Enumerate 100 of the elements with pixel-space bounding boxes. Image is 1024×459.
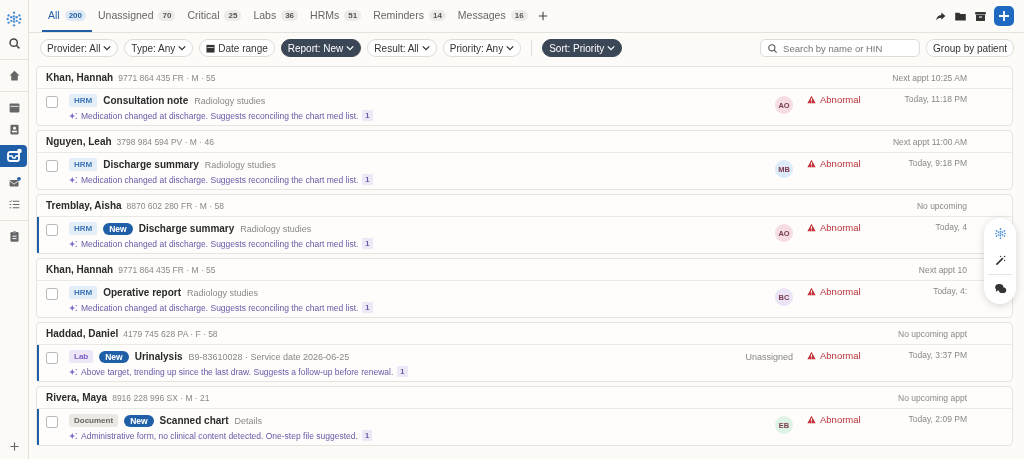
filter-chip[interactable]: Date range <box>199 39 275 57</box>
item-title[interactable]: Urinalysis <box>134 351 183 362</box>
checkbox[interactable] <box>46 160 58 172</box>
inbox-nav-button[interactable] <box>0 145 27 167</box>
checkbox[interactable] <box>46 224 58 236</box>
filter-chip[interactable]: Report: New <box>280 39 362 57</box>
tab-count: 36 <box>281 9 299 21</box>
ai-summary: Medication changed at discharge. Suggests reconciling the chart med list. <box>81 302 359 313</box>
appointment-text: Next appt 11:00 AM <box>892 136 967 147</box>
add-icon[interactable] <box>7 440 21 453</box>
filter-tab[interactable]: All 200 <box>42 0 93 32</box>
type-tag: HRM <box>69 94 98 107</box>
patient-details: 9771 864 435 FR · M · 55 <box>118 264 216 275</box>
inbox-icon <box>5 148 22 164</box>
ai-summary: Above target, trending up since the last draw. Suggests a follow-up before renewal. <box>81 366 394 377</box>
item-title[interactable]: Operative report <box>103 287 182 298</box>
mail-icon[interactable] <box>7 176 21 189</box>
type-tag: HRM <box>69 158 98 171</box>
checkbox[interactable] <box>46 416 58 428</box>
contact-card-icon[interactable] <box>7 123 21 136</box>
search-field[interactable]: Search by name or HIN <box>760 39 921 57</box>
filter-chip[interactable]: Result: All <box>367 39 437 57</box>
received-time: Today, 2:09 PM <box>907 414 967 424</box>
item-title[interactable]: Consultation note <box>103 95 189 106</box>
new-badge: New <box>124 414 154 427</box>
add-tab-icon[interactable] <box>537 11 548 21</box>
archive-icon[interactable] <box>974 9 987 23</box>
patient-details: 4179 745 628 PA · F · 58 <box>123 328 218 339</box>
chat-bubbles-icon[interactable] <box>993 282 1007 295</box>
patient-name[interactable]: Haddad, Daniel <box>46 328 119 339</box>
patient-details: 8870 602 280 FR · M · 58 <box>126 200 224 211</box>
filter-tab[interactable]: HRMs 51 <box>304 0 368 32</box>
received-time: Today, 3:37 PM <box>907 350 967 360</box>
checkbox[interactable] <box>46 96 58 108</box>
tab-count: 25 <box>224 9 242 21</box>
ai-summary: Medication changed at discharge. Suggests reconciling the chart med list. <box>81 238 359 249</box>
warning-icon <box>807 287 816 296</box>
patient-name[interactable]: Tremblay, Aisha <box>46 200 122 211</box>
appointment-text: Next appt 10:25 AM <box>892 72 967 83</box>
patient-name[interactable]: Khan, Hannah <box>46 264 114 275</box>
chevron-down-icon <box>103 44 112 52</box>
chevron-down-icon <box>506 44 515 52</box>
plus-icon <box>998 10 1010 22</box>
item-subtitle: Radiology studies <box>194 95 266 106</box>
checkbox[interactable] <box>46 352 58 364</box>
snowflake-logo-icon[interactable] <box>993 227 1007 240</box>
magic-wand-icon[interactable] <box>993 254 1007 267</box>
group-by-patient-button[interactable]: Group by patient <box>926 39 1014 57</box>
new-button[interactable] <box>994 6 1014 26</box>
filter-tab[interactable]: Critical 25 <box>181 0 248 32</box>
ai-summary: Medication changed at discharge. Suggests reconciling the chart med list. <box>81 110 359 121</box>
warning-icon <box>807 351 816 360</box>
checklist-icon[interactable] <box>7 198 21 211</box>
filter-tab[interactable]: Labs 36 <box>247 0 305 32</box>
sparkle-icon <box>69 175 77 184</box>
warning-icon <box>807 415 816 424</box>
sparkle-icon <box>69 431 77 440</box>
type-tag: HRM <box>69 222 98 235</box>
appointment-text: No upcoming appt <box>898 328 967 339</box>
item-subtitle: Radiology studies <box>204 159 276 170</box>
new-badge: New <box>99 350 129 363</box>
item-subtitle: Radiology studies <box>187 287 259 298</box>
filter-chip[interactable]: Priority: Any <box>442 39 522 57</box>
status-text: Abnormal <box>820 158 861 169</box>
checkbox[interactable] <box>46 288 58 300</box>
status-text: Abnormal <box>820 286 861 297</box>
warning-icon <box>807 223 816 232</box>
sparkle-icon <box>69 303 77 312</box>
item-title[interactable]: Discharge summary <box>103 159 199 170</box>
tab-count: 16 <box>510 9 528 21</box>
item-subtitle: Radiology studies <box>240 223 312 234</box>
calendar-icon <box>206 43 216 53</box>
chevron-down-icon <box>421 44 430 52</box>
home-icon[interactable] <box>7 69 21 82</box>
tab-count: 70 <box>158 9 176 21</box>
patient-name[interactable]: Khan, Hannah <box>46 72 114 83</box>
received-time: Today, 4 <box>934 222 967 232</box>
filter-tab[interactable]: Unassigned 70 <box>92 0 182 32</box>
type-tag: Lab <box>69 350 94 363</box>
received-time: Today, 11:18 PM <box>903 94 967 104</box>
chevron-down-icon <box>607 44 616 52</box>
item-title[interactable]: Scanned chart <box>159 415 229 426</box>
ai-summary: Administrative form, no clinical content detected. One-step file suggested. <box>81 430 358 441</box>
appointment-text: No upcoming <box>916 200 967 211</box>
snowflake-logo-icon[interactable] <box>5 10 23 28</box>
filter-chip[interactable]: Provider: All <box>40 39 119 57</box>
sparkle-icon <box>69 239 77 248</box>
sort-chip[interactable]: Sort: Priority <box>542 39 623 57</box>
clipboard-icon[interactable] <box>7 230 21 243</box>
item-title[interactable]: Discharge summary <box>138 223 235 234</box>
filter-chip[interactable]: Type: Any <box>124 39 194 57</box>
patient-name[interactable]: Nguyen, Leah <box>46 136 112 147</box>
filter-tab[interactable]: Reminders 14 <box>367 0 452 32</box>
filter-tab[interactable]: Messages 16 <box>451 0 534 32</box>
calendar-icon[interactable] <box>7 101 21 114</box>
patient-name[interactable]: Rivera, Maya <box>46 392 108 403</box>
sparkle-icon <box>69 111 77 120</box>
search-icon[interactable] <box>7 37 21 50</box>
status-text: Abnormal <box>820 222 861 233</box>
appointment-text: Next appt 10 <box>918 264 967 275</box>
